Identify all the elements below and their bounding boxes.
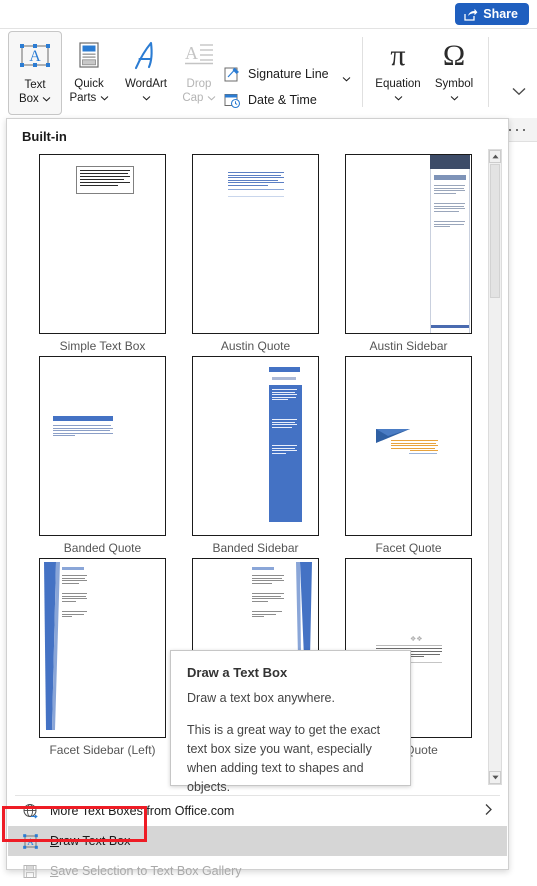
scroll-up-arrow-icon[interactable] xyxy=(489,150,501,163)
title-bar: Share xyxy=(0,0,537,28)
text-box-label-1: Text xyxy=(24,79,46,91)
date-time-icon xyxy=(224,92,241,109)
symbol-label: Symbol xyxy=(434,78,474,90)
gallery-item-caption: Facet Quote xyxy=(375,541,442,555)
chevron-down-icon[interactable] xyxy=(394,91,403,101)
symbol-caret-row xyxy=(450,91,459,105)
wordart-icon xyxy=(129,35,163,77)
quick-parts-label-2: Parts xyxy=(69,91,108,105)
thumbnail[interactable] xyxy=(39,558,166,738)
text-box-button[interactable]: A Text Box xyxy=(8,31,62,115)
drop-cap-label-1: Drop xyxy=(186,78,212,90)
gallery-scrollbar[interactable] xyxy=(488,149,502,785)
gallery-item-caption: Banded Quote xyxy=(63,541,142,555)
scrollbar-thumb[interactable] xyxy=(490,164,500,298)
save-icon xyxy=(18,863,42,880)
gallery-item-caption: Facet Sidebar (Left) xyxy=(49,743,156,757)
menu-item-label: Draw Text Box xyxy=(50,834,130,848)
gallery-heading: Built-in xyxy=(22,129,67,144)
share-label: Share xyxy=(483,7,518,21)
thumbnail[interactable] xyxy=(192,356,319,536)
thumbnail[interactable] xyxy=(192,154,319,334)
collapse-ribbon-button[interactable] xyxy=(509,81,529,101)
thumb-art xyxy=(228,172,284,198)
chevron-down-icon[interactable] xyxy=(100,91,109,101)
menu-item-rest: raw Text Box xyxy=(59,834,131,848)
thumb-art xyxy=(40,559,90,737)
text-box-label-2: Box xyxy=(19,92,51,106)
share-button[interactable]: Share xyxy=(455,3,529,25)
wordart-label: WordArt xyxy=(125,78,167,90)
gallery-item-facet-quote[interactable]: Facet Quote xyxy=(331,356,486,555)
chevron-down-icon[interactable] xyxy=(207,91,216,101)
quick-parts-label-1: Quick xyxy=(74,78,104,90)
gallery-item-banded-sidebar[interactable]: Banded Sidebar xyxy=(178,356,333,555)
omega-icon: Ω xyxy=(442,39,466,72)
chevron-down-icon[interactable] xyxy=(42,92,51,102)
tooltip-title: Draw a Text Box xyxy=(187,665,288,680)
menu-item-rest: ave Selection to Text Box Gallery xyxy=(58,864,242,878)
drop-cap-icon: A xyxy=(183,35,215,77)
thumb-art xyxy=(430,155,470,333)
chevron-down-icon[interactable] xyxy=(450,91,459,101)
signature-line-icon xyxy=(224,66,241,83)
share-icon xyxy=(464,8,478,21)
menu-item-draw-text-box[interactable]: A Draw Text Box xyxy=(8,826,507,856)
thumbnail[interactable] xyxy=(345,356,472,536)
symbol-button[interactable]: Ω Symbol xyxy=(428,31,480,115)
svg-text:A: A xyxy=(185,43,198,63)
pi-icon: π xyxy=(390,39,406,72)
date-time-item[interactable]: Date & Time xyxy=(222,87,317,113)
gallery-item-caption: Banded Sidebar xyxy=(212,541,299,555)
equation-button[interactable]: π Equation xyxy=(370,31,426,115)
chevron-right-icon[interactable] xyxy=(484,803,493,819)
globe-icon xyxy=(18,803,42,820)
gallery-item-caption: Simple Text Box xyxy=(59,339,146,353)
svg-text:A: A xyxy=(29,48,41,65)
thumbnail[interactable] xyxy=(345,154,472,334)
tooltip-body: This is a great way to get the exact tex… xyxy=(187,723,381,794)
svg-text:A: A xyxy=(27,837,34,847)
menu-item-more-text-boxes[interactable]: More Text Boxes from Office.com xyxy=(8,796,507,826)
thumb-art xyxy=(76,166,134,194)
thumbnail[interactable] xyxy=(39,356,166,536)
ribbon-separator xyxy=(362,37,363,107)
gallery-item-simple-text-box[interactable]: Simple Text Box xyxy=(25,154,180,353)
menu-item-accel: D xyxy=(50,834,60,848)
chevron-down-icon[interactable] xyxy=(142,91,151,101)
thumb-art xyxy=(269,367,302,525)
text-box-icon: A xyxy=(17,36,53,78)
drop-cap-label-2: Cap xyxy=(182,91,215,105)
ribbon-text-group: A Text Box Quick Parts WordArt A Drop Ca… xyxy=(0,28,537,134)
equation-label: Equation xyxy=(375,78,421,90)
signature-line-label: Signature Line xyxy=(248,67,329,81)
ribbon-separator-right xyxy=(488,37,489,107)
date-time-label: Date & Time xyxy=(248,93,317,107)
gallery-item-caption: Austin Quote xyxy=(220,339,291,353)
wordart-caret-row xyxy=(142,91,151,105)
wordart-button[interactable]: WordArt xyxy=(116,31,176,115)
gallery-item-austin-sidebar[interactable]: Austin Sidebar xyxy=(331,154,486,353)
quick-parts-icon xyxy=(73,35,105,77)
thumb-art xyxy=(53,416,113,442)
drop-cap-button[interactable]: A Drop Cap xyxy=(172,31,226,115)
tooltip-subtitle: Draw a text box anywhere. xyxy=(187,691,335,705)
signature-line-item[interactable]: Signature Line xyxy=(222,61,351,87)
gallery-item-banded-quote[interactable]: Banded Quote xyxy=(25,356,180,555)
tooltip-draw-text-box: Draw a Text Box Draw a text box anywhere… xyxy=(170,650,411,794)
menu-item-label: Save Selection to Text Box Gallery xyxy=(50,864,242,878)
scroll-down-arrow-icon[interactable] xyxy=(489,771,501,784)
quick-parts-button[interactable]: Quick Parts xyxy=(62,31,116,115)
draw-text-box-icon: A xyxy=(18,833,42,850)
chevron-down-icon[interactable] xyxy=(342,71,351,82)
menu-item-label: More Text Boxes from Office.com xyxy=(50,804,235,818)
gallery-item-facet-sidebar-left[interactable]: Facet Sidebar (Left) xyxy=(25,558,180,757)
gallery-item-austin-quote[interactable]: Austin Quote xyxy=(178,154,333,353)
thumbnail[interactable] xyxy=(39,154,166,334)
gallery-item-caption: Austin Sidebar xyxy=(369,339,448,353)
equation-caret-row xyxy=(394,91,403,105)
thumb-art xyxy=(376,427,438,459)
